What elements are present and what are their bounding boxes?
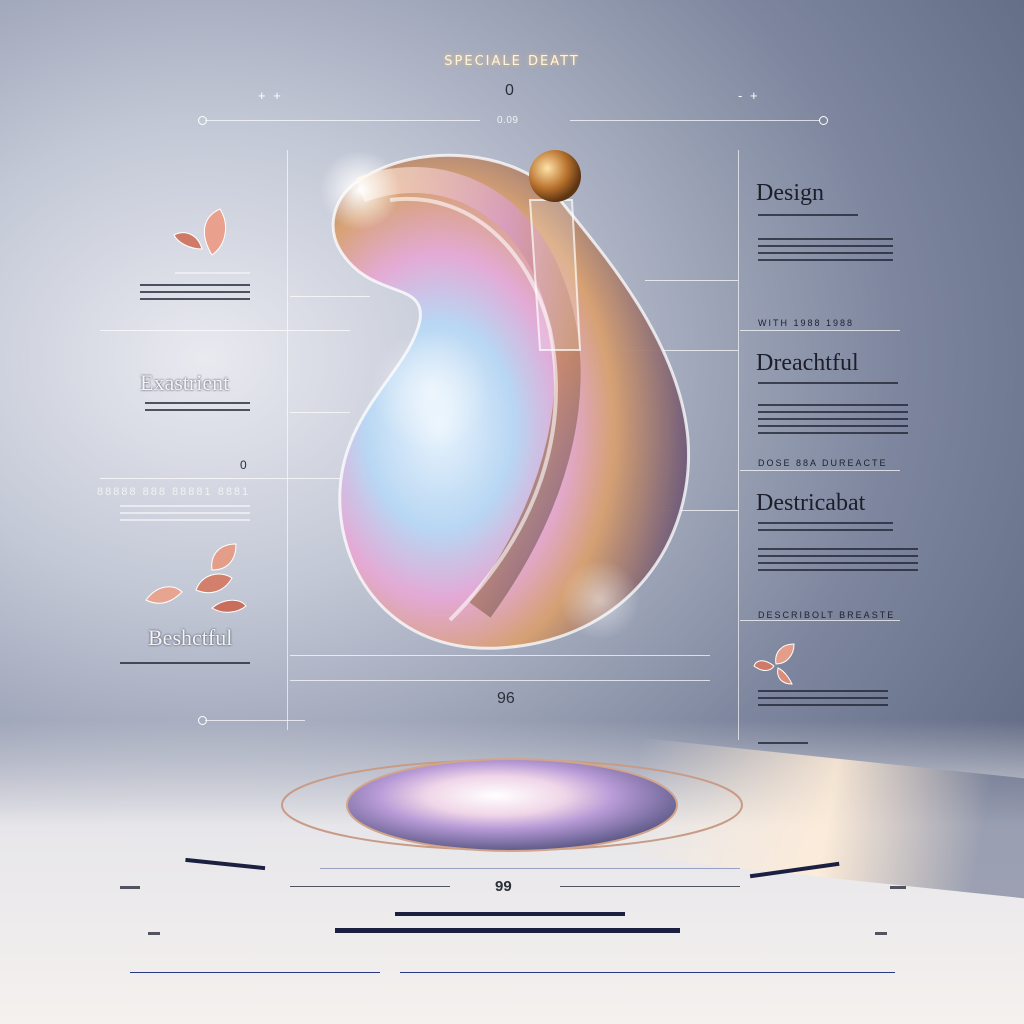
leaf-icon — [145, 543, 247, 613]
iridescent-bottle-image — [320, 150, 691, 650]
left-mark: + + — [258, 88, 283, 103]
pedestal-disc — [281, 758, 743, 852]
text-block — [145, 402, 250, 416]
guide-line — [205, 720, 305, 721]
guide-line — [320, 868, 740, 869]
footer-rule — [560, 886, 740, 892]
footer-line — [400, 972, 895, 973]
destricabat-footer: DESCRIBOLT BREASTE — [758, 610, 896, 620]
text-block — [758, 690, 888, 711]
guide-line-vertical-right — [738, 150, 739, 740]
guide-line — [740, 620, 900, 621]
footer-text — [395, 912, 625, 921]
leaf-icon — [753, 643, 795, 685]
footer-rule — [290, 886, 450, 892]
guide-dot-right — [819, 116, 828, 125]
dreachtful-footer: DOSE 88A DUREACTE — [758, 458, 888, 468]
top-number: 0 — [505, 82, 514, 99]
text-block — [120, 662, 250, 669]
text-block — [758, 382, 898, 389]
guide-line — [290, 680, 710, 681]
guide-line — [740, 330, 900, 331]
heading-beshctful: Beshctful — [148, 625, 233, 650]
text-block — [175, 272, 250, 279]
right-mark: - + — [738, 88, 760, 103]
heading-exastrient: Exastrient — [140, 370, 230, 395]
footer-mark — [890, 886, 906, 894]
text-block — [120, 505, 250, 526]
center-number: 96 — [497, 690, 515, 707]
stats-label: 88888 888 88881 8881 — [97, 486, 251, 498]
guide-line-vertical-left — [287, 150, 288, 730]
heading-design: Design — [756, 180, 824, 206]
guide-dot — [198, 716, 207, 725]
text-block — [140, 284, 250, 305]
footer-mark — [148, 932, 160, 940]
footer-line — [130, 972, 380, 973]
text-block — [758, 742, 808, 749]
text-block — [758, 404, 908, 439]
text-block — [758, 238, 893, 266]
sub-number: 0.09 — [497, 115, 519, 126]
guide-line-top-right — [570, 120, 820, 121]
text-block — [758, 214, 858, 221]
heading-destricabat: Destricabat — [756, 490, 866, 516]
text-block — [758, 548, 918, 576]
footer-number: 99 — [495, 878, 512, 895]
design-footer: WITH 1988 1988 — [758, 318, 855, 328]
guide-dot-left — [198, 116, 207, 125]
page-title: SPECIALE DEATT — [444, 54, 580, 69]
guide-line — [740, 470, 900, 471]
text-block — [758, 522, 893, 536]
heading-dreachtful: Dreachtful — [756, 350, 859, 376]
footer-text — [335, 928, 680, 938]
marker-number: 0 — [240, 458, 247, 472]
footer-mark — [875, 932, 887, 940]
footer-mark — [120, 886, 140, 894]
leaf-icon — [173, 208, 227, 256]
guide-line-top-left — [205, 120, 480, 121]
